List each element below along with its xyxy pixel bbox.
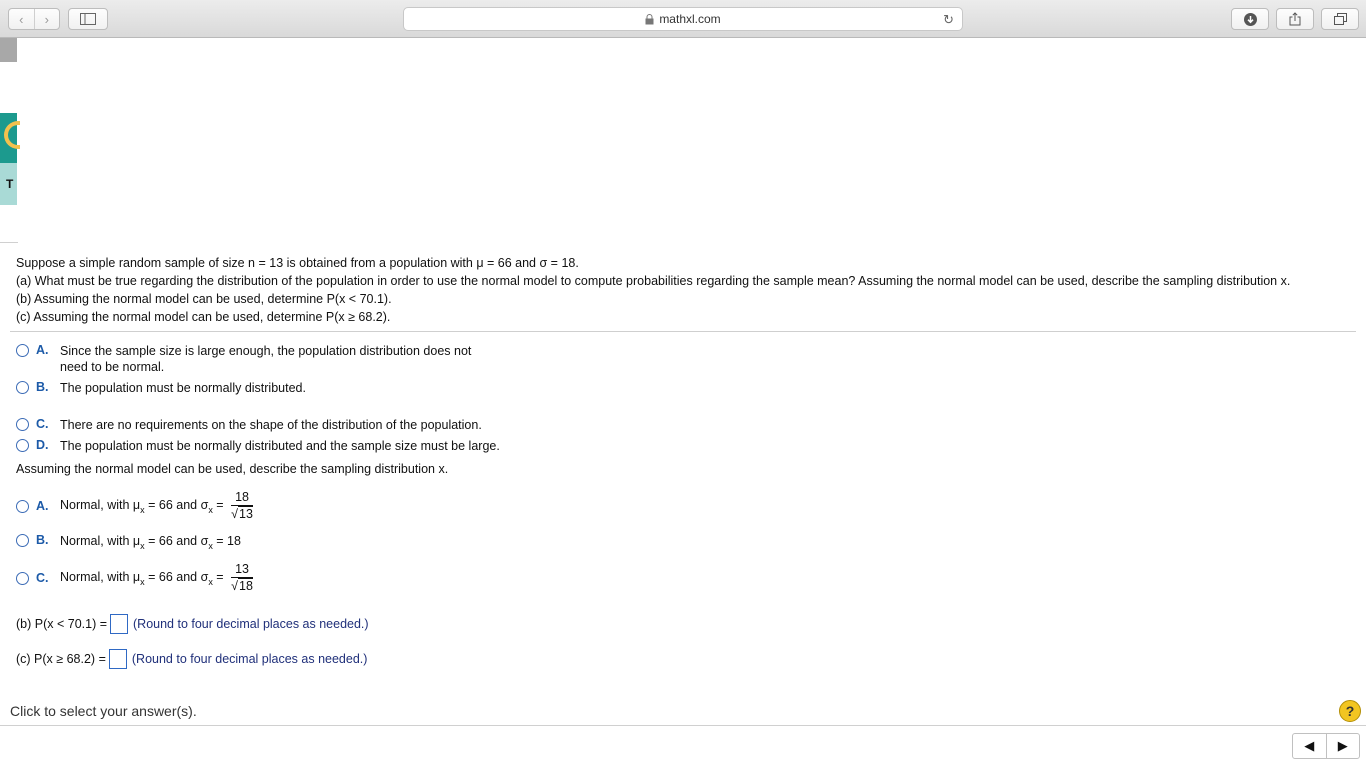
- address-bar[interactable]: mathxl.com ↻: [403, 7, 963, 31]
- option-letter: A.: [36, 498, 49, 513]
- option-text: Normal, with μx = 66 and σx = 13 √18: [60, 561, 253, 594]
- option-a2[interactable]: B. The population must be normally distr…: [16, 380, 306, 396]
- radio-button[interactable]: [16, 499, 29, 513]
- denominator: √18: [231, 578, 253, 593]
- option-a3[interactable]: C. There are no requirements on the shap…: [16, 417, 482, 433]
- share-button[interactable]: [1276, 8, 1314, 30]
- answer-b-input[interactable]: [110, 614, 129, 634]
- question-part-b: (b) Assuming the normal model can be use…: [16, 292, 392, 306]
- fraction: 18 √13: [231, 489, 253, 522]
- option-eq: =: [212, 497, 224, 512]
- option-eq: =: [212, 569, 224, 584]
- sidebar-toggle-button[interactable]: [68, 8, 108, 30]
- option-text: Normal, with μx = 66 and σx = 18 √13: [60, 489, 253, 522]
- answer-b-row: (b) P(x < 70.1) = (Round to four decimal…: [16, 614, 369, 634]
- option-mid: = 66 and σ: [144, 569, 209, 584]
- round-hint: (Round to four decimal places as needed.…: [133, 617, 369, 631]
- lock-icon: [645, 13, 654, 24]
- option-letter: A.: [36, 343, 49, 357]
- question-text: Suppose a simple random sample of size n…: [16, 254, 1356, 326]
- option-letter: C.: [36, 570, 49, 585]
- subscript-x: x: [140, 504, 145, 515]
- help-button[interactable]: ?: [1339, 700, 1361, 722]
- side-tab[interactable]: T: [0, 163, 17, 205]
- option-letter: B.: [36, 380, 49, 394]
- option-letter: B.: [36, 533, 49, 547]
- denominator: √13: [231, 506, 253, 521]
- radio-button[interactable]: [16, 344, 29, 357]
- subscript-x: x: [208, 504, 213, 515]
- radio-button[interactable]: [16, 381, 29, 394]
- sidebar-icon: [80, 13, 96, 25]
- downloads-button[interactable]: [1231, 8, 1269, 30]
- answer-c-row: (c) P(x ≥ 68.2) = (Round to four decimal…: [16, 649, 367, 669]
- subscript-x: x: [208, 576, 213, 587]
- tabs-icon: [1333, 13, 1347, 25]
- answer-c-input[interactable]: [108, 649, 127, 669]
- numerator: 18: [231, 489, 253, 506]
- option-prefix: Normal, with μ: [60, 534, 141, 548]
- option-a1[interactable]: A. Since the sample size is large enough…: [16, 343, 500, 375]
- logo-icon: [4, 121, 20, 149]
- subscript-x: x: [208, 541, 213, 551]
- sampling-prompt: Assuming the normal model can be used, d…: [16, 462, 449, 476]
- option-text: The population must be normally distribu…: [60, 381, 306, 395]
- forward-button[interactable]: ›: [33, 9, 60, 29]
- numerator: 13: [231, 561, 253, 578]
- option-text: Normal, with μx = 66 and σx = 18: [60, 533, 241, 551]
- round-hint: (Round to four decimal places as needed.…: [131, 652, 368, 666]
- question-intro: Suppose a simple random sample of size n…: [16, 256, 579, 270]
- subscript-x: x: [140, 541, 145, 551]
- question-divider: [10, 331, 1356, 332]
- pager: ◀ ▶: [1292, 733, 1360, 759]
- reload-icon[interactable]: ↻: [943, 12, 954, 28]
- divider: [0, 242, 18, 243]
- option-text: There are no requirements on the shape o…: [60, 418, 482, 432]
- url-text: mathxl.com: [659, 12, 721, 26]
- nav-buttons: ‹ ›: [8, 8, 60, 30]
- option-mid: = 66 and σ: [144, 534, 209, 548]
- footer-divider: [0, 725, 1366, 726]
- status-text: Click to select your answer(s).: [10, 703, 197, 719]
- option-b2[interactable]: B. Normal, with μx = 66 and σx = 18: [16, 533, 241, 551]
- question-part-a: (a) What must be true regarding the dist…: [16, 274, 1291, 288]
- question-part-c: (c) Assuming the normal model can be use…: [16, 310, 391, 324]
- next-button[interactable]: ▶: [1325, 734, 1360, 758]
- answer-c-label: (c) P(x ≥ 68.2) =: [16, 652, 106, 666]
- option-prefix: Normal, with μ: [60, 569, 141, 584]
- back-button[interactable]: ‹: [9, 9, 34, 29]
- option-b1[interactable]: A. Normal, with μx = 66 and σx = 18 √13: [16, 489, 253, 522]
- option-a4[interactable]: D. The population must be normally distr…: [16, 438, 500, 454]
- radio-button[interactable]: [16, 418, 29, 431]
- radio-button[interactable]: [16, 571, 29, 585]
- previous-button[interactable]: ◀: [1293, 734, 1326, 758]
- subscript-x: x: [140, 576, 145, 587]
- share-icon: [1289, 12, 1301, 26]
- tabs-button[interactable]: [1321, 8, 1359, 30]
- side-strip: [0, 38, 17, 62]
- logo-block: [0, 113, 20, 163]
- radio-button[interactable]: [16, 534, 29, 547]
- option-letter: C.: [36, 417, 49, 431]
- fraction: 13 √18: [231, 561, 253, 594]
- option-letter: D.: [36, 438, 49, 452]
- sqrt-value: 13: [238, 506, 253, 521]
- option-prefix: Normal, with μ: [60, 497, 141, 512]
- answer-b-label: (b) P(x < 70.1) =: [16, 617, 108, 631]
- option-text: The population must be normally distribu…: [60, 439, 500, 453]
- sqrt-value: 18: [238, 578, 253, 593]
- radio-button[interactable]: [16, 439, 29, 452]
- option-b3[interactable]: C. Normal, with μx = 66 and σx = 13 √18: [16, 561, 253, 594]
- option-eq: = 18: [212, 534, 241, 548]
- option-mid: = 66 and σ: [144, 497, 209, 512]
- browser-toolbar: ‹ › mathxl.com ↻: [0, 0, 1366, 38]
- option-text: Since the sample size is large enough, t…: [60, 344, 472, 374]
- download-icon: [1243, 12, 1257, 26]
